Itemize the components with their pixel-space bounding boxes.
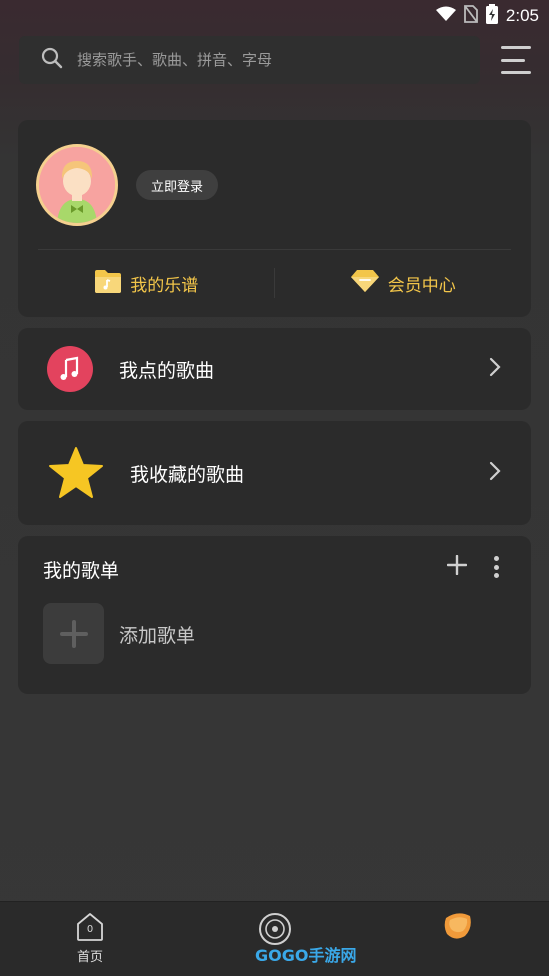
favorite-songs-row[interactable]: 我收藏的歌曲 (18, 421, 531, 525)
search-input[interactable] (77, 51, 437, 69)
plus-icon (59, 619, 88, 648)
search-row (19, 36, 531, 84)
battery-icon (485, 4, 498, 28)
requested-songs-label: 我点的歌曲 (119, 359, 215, 382)
login-button[interactable]: 立即登录 (136, 170, 219, 200)
home-badge: 0 (86, 924, 94, 935)
search-icon (41, 47, 63, 73)
home-icon: 0 (75, 912, 105, 942)
profile-card: 立即登录 我的乐谱 会员中心 (18, 120, 531, 317)
quick-links: 我的乐谱 会员中心 (18, 258, 531, 308)
avatar[interactable] (36, 144, 118, 226)
music-note-icon (47, 346, 93, 392)
watermark-text: GOGO手游网 (255, 946, 357, 965)
favorite-songs-label: 我收藏的歌曲 (130, 463, 245, 486)
playlists-card: 我的歌单 添加歌单 (18, 536, 531, 694)
requested-songs-row[interactable]: 我点的歌曲 (18, 328, 531, 410)
search-box[interactable] (19, 36, 480, 84)
playlists-title: 我的歌单 (43, 560, 120, 582)
star-icon (48, 446, 104, 500)
no-sim-icon (464, 5, 478, 27)
tab-profile[interactable] (443, 912, 473, 944)
tab-home-label: 首页 (76, 950, 103, 965)
status-time: 2:05 (505, 6, 539, 25)
status-bar: 2:05 (0, 0, 549, 32)
diamond-icon (350, 269, 380, 298)
plus-icon[interactable] (446, 554, 468, 579)
folder-icon (94, 268, 122, 299)
add-playlist-label[interactable]: 添加歌单 (119, 621, 195, 648)
tab-home[interactable]: 0 首页 (75, 912, 105, 965)
orange-logo-icon (443, 912, 473, 944)
my-sheets-label: 我的乐谱 (130, 275, 199, 296)
my-sheets-link[interactable]: 我的乐谱 (18, 258, 275, 308)
wifi-icon (435, 6, 456, 26)
vip-center-label: 会员中心 (387, 275, 456, 296)
add-playlist-tile[interactable] (43, 603, 104, 664)
chevron-right-icon (489, 461, 501, 485)
bottom-tab-bar: 0 首页 GOGO手游网 (0, 901, 549, 976)
chevron-right-icon (489, 357, 501, 381)
divider (38, 249, 511, 250)
more-vertical-icon[interactable] (493, 556, 499, 578)
vip-center-link[interactable]: 会员中心 (275, 258, 532, 308)
menu-icon[interactable] (501, 46, 531, 74)
vertical-divider (274, 268, 275, 298)
